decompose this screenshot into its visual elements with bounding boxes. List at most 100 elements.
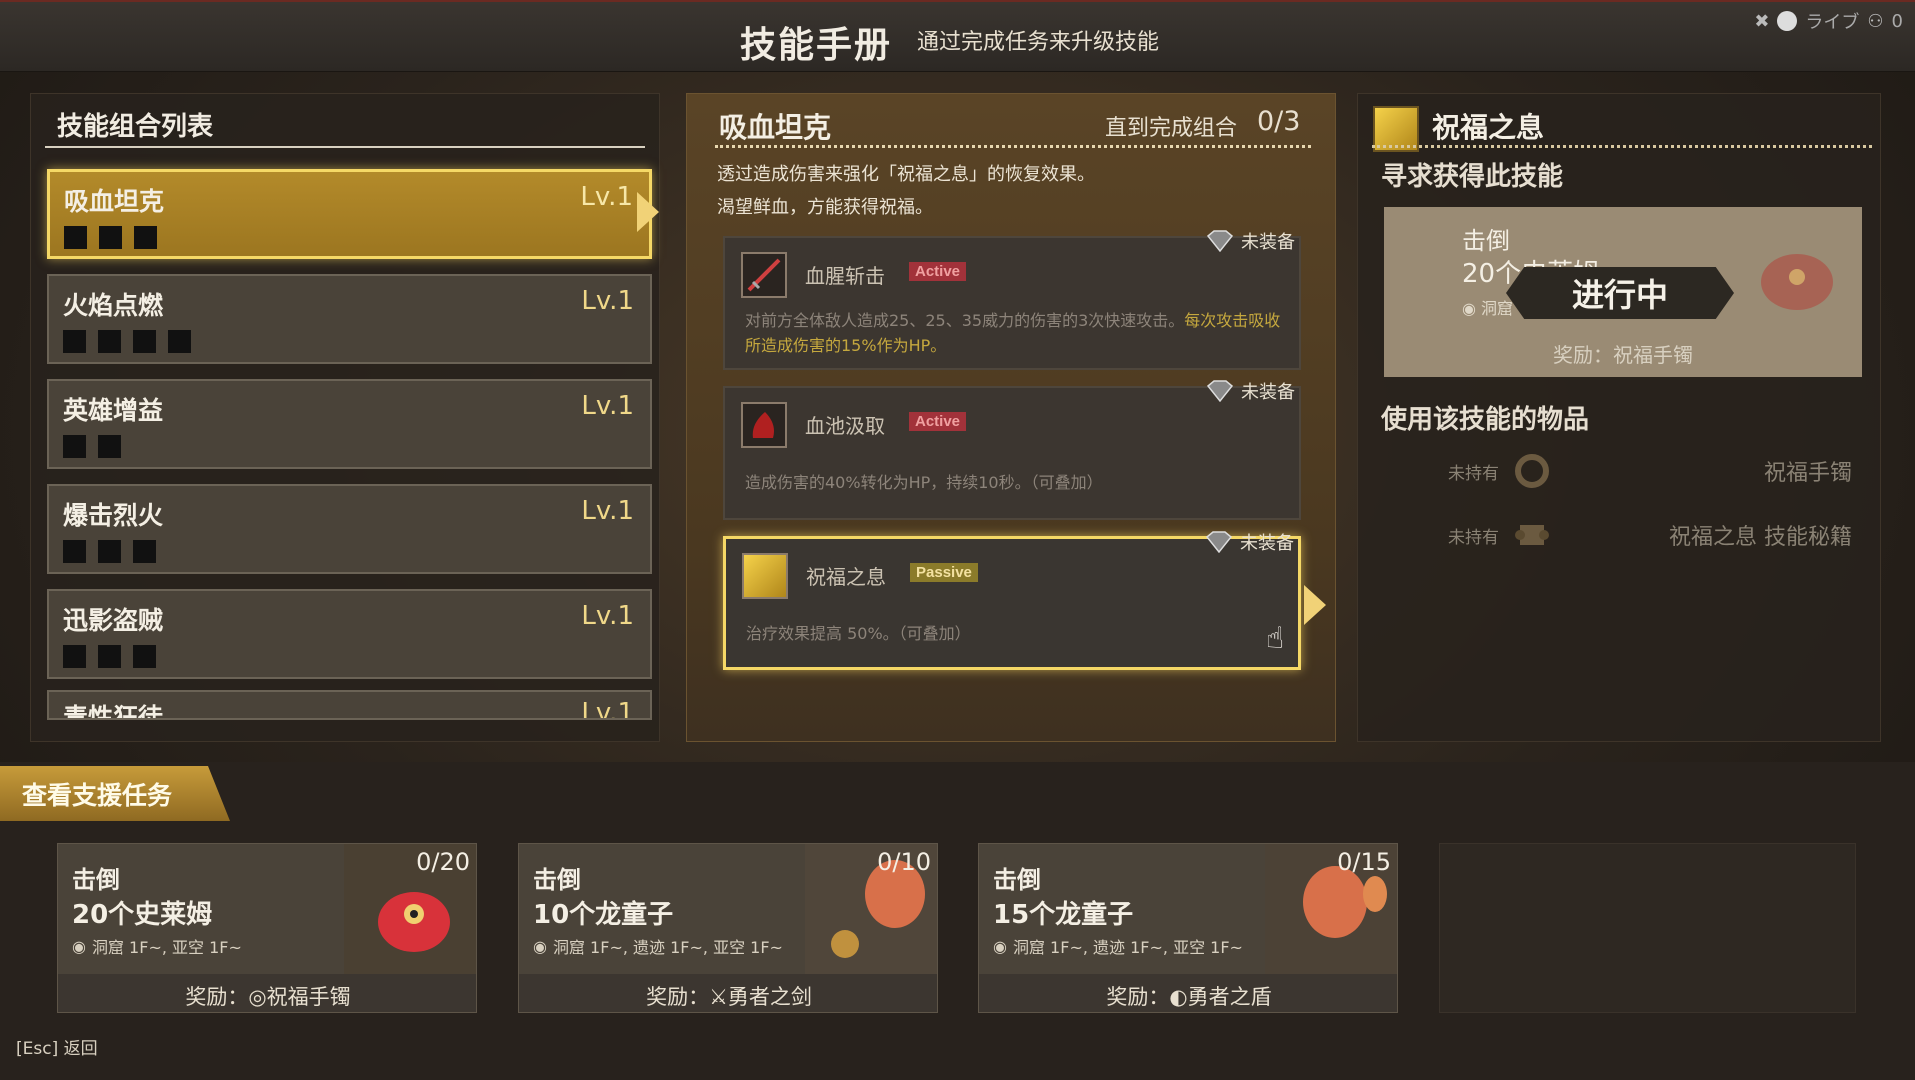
- combo-name: 迅影盗贼: [63, 606, 164, 635]
- mission-kill: 击倒: [533, 866, 581, 894]
- skill-name: 祝福之息: [806, 565, 886, 589]
- mission-location-text: 洞窟 1F~, 遗迹 1F~, 亚空 1F~: [1012, 938, 1243, 957]
- slot-icon: [98, 540, 121, 563]
- back-hint[interactable]: [Esc] 返回: [16, 1034, 98, 1059]
- hand-cursor-icon: ☝: [1266, 621, 1285, 656]
- mic-muted-icon: ✖: [1754, 10, 1770, 32]
- mission-reward: 奖励：◎祝福手镯: [58, 974, 476, 1012]
- combo-name: 火焰点燃: [63, 291, 164, 320]
- shield-icon: ◐: [1169, 985, 1188, 1009]
- slot-icon: [63, 540, 86, 563]
- location-pin-icon: ◉: [993, 936, 1007, 956]
- quest-preview[interactable]: 击倒 20个史莱姆 ◉ 洞窟 进行中 奖励：祝福手镯: [1384, 207, 1862, 377]
- quest-location-text: 洞窟: [1481, 299, 1514, 318]
- gem-icon: [1205, 230, 1235, 253]
- combo-progress-label: 直到完成组合: [1105, 116, 1238, 141]
- combo-list-panel: 技能组合列表 吸血坦克 Lv.1 火焰点燃 Lv.1 英雄增益 Lv.1 爆击烈…: [30, 93, 660, 742]
- scroll-icon: [1515, 525, 1549, 545]
- item-status: 未持有: [1448, 464, 1499, 484]
- slot-icon: [98, 330, 121, 353]
- equip-status: 未装备: [1204, 529, 1294, 555]
- passive-badge: Passive: [910, 563, 978, 582]
- combo-desc-line: 透过造成伤害来强化「祝福之息」的恢复效果。: [717, 164, 1095, 185]
- viewers-icon: ⚇: [1867, 10, 1884, 32]
- combo-name: 英雄增益: [63, 396, 164, 425]
- slot-icon: [133, 645, 156, 668]
- item-name: 祝福之息 技能秘籍: [1669, 525, 1852, 550]
- mission-location-text: 洞窟 1F~, 遗迹 1F~, 亚空 1F~: [552, 938, 783, 957]
- location-pin-icon: ◉: [72, 936, 86, 956]
- mission-kill: 击倒: [72, 866, 120, 894]
- skill-card-blood-pool[interactable]: 血池汲取 Active 未装备 造成伤害的40%转化为HP，持续10秒。（可叠加…: [723, 380, 1301, 520]
- viewer-count: 0: [1891, 10, 1903, 32]
- mission-progress: 0/20: [416, 848, 470, 876]
- skill-card-bloody-slash[interactable]: 血腥斩击 Active 未装备 对前方全体敌人造成25、25、35威力的伤害的3…: [723, 230, 1301, 370]
- slot-icon: [98, 435, 121, 458]
- divider: [45, 146, 645, 148]
- slot-icon: [134, 226, 157, 249]
- items-heading: 使用该技能的物品: [1381, 405, 1590, 435]
- combo-item-flame-ignite[interactable]: 火焰点燃 Lv.1: [47, 274, 652, 364]
- item-status: 未持有: [1448, 528, 1499, 548]
- combo-level: Lv.1: [581, 698, 634, 720]
- sword-icon: ⚔: [709, 985, 728, 1009]
- reward-name: 勇者之剑: [727, 985, 812, 1009]
- slot-icon: [98, 645, 121, 668]
- combo-item-shadow-thief[interactable]: 迅影盗贼 Lv.1: [47, 589, 652, 679]
- item-row-skill-scroll[interactable]: 未持有 祝福之息 技能秘籍: [1448, 515, 1852, 555]
- mission-target: 15个龙童子: [993, 900, 1134, 930]
- combo-desc-line: 渴望鲜血，方能获得祝福。: [717, 197, 933, 218]
- mission-reward: 奖励：◐勇者之盾: [979, 974, 1397, 1012]
- slot-icon: [64, 226, 87, 249]
- quest-location: ◉ 洞窟: [1462, 299, 1514, 318]
- mission-kill: 击倒: [993, 866, 1041, 894]
- skill-slots: [63, 330, 191, 353]
- mission-card[interactable]: 0/10 击倒 10个龙童子 ◉ 洞窟 1F~, 遗迹 1F~, 亚空 1F~ 奖…: [518, 843, 938, 1013]
- skill-card-blessed-breath[interactable]: 祝福之息 Passive 未装备 治疗效果提高 50%。（可叠加） ☝: [723, 531, 1301, 670]
- reward-name: 勇者之盾: [1187, 985, 1272, 1009]
- combo-level: Lv.1: [580, 182, 633, 212]
- combo-level: Lv.1: [581, 286, 634, 316]
- live-label: ライブ: [1805, 12, 1860, 33]
- slot-icon: [133, 330, 156, 353]
- equip-label: 未装备: [1241, 382, 1295, 403]
- reward-label: 奖励：: [646, 985, 710, 1009]
- combo-level: Lv.1: [581, 496, 634, 526]
- mission-card[interactable]: 0/20 击倒 20个史莱姆 ◉ 洞窟 1F~, 亚空 1F~ 奖励：◎祝福手镯: [57, 843, 477, 1013]
- skill-description: 治疗效果提高 50%。（可叠加）: [746, 624, 971, 643]
- quest-kill: 击倒: [1462, 227, 1510, 255]
- header-bar: 技能手册 通过完成任务来升级技能 ✖ ライブ ⚇ 0: [0, 0, 1915, 72]
- equip-status: 未装备: [1205, 228, 1295, 254]
- combo-item-hero-buff[interactable]: 英雄增益 Lv.1: [47, 379, 652, 469]
- support-missions-tab[interactable]: 查看支援任务: [0, 766, 230, 821]
- obtain-heading: 寻求获得此技能: [1381, 162, 1564, 192]
- sword-icon: [741, 252, 787, 298]
- combo-level: Lv.1: [581, 391, 634, 421]
- location-pin-icon: ◉: [533, 936, 547, 956]
- mission-location: ◉ 洞窟 1F~, 遗迹 1F~, 亚空 1F~: [993, 934, 1243, 958]
- combo-level: Lv.1: [581, 601, 634, 631]
- combo-item-crit-fire[interactable]: 爆击烈火 Lv.1: [47, 484, 652, 574]
- item-row-bracelet[interactable]: 未持有 祝福手镯: [1448, 451, 1852, 491]
- equip-label: 未装备: [1240, 533, 1294, 554]
- live-indicator-icon: [1777, 11, 1798, 31]
- combo-description: 透过造成伤害来强化「祝福之息」的恢复效果。 渴望鲜血，方能获得祝福。: [717, 158, 1095, 224]
- selection-arrow-icon: [637, 192, 659, 232]
- combo-item-blood-tank[interactable]: 吸血坦克 Lv.1: [47, 169, 652, 259]
- mission-target: 10个龙童子: [533, 900, 674, 930]
- mission-progress: 0/10: [877, 848, 931, 876]
- skill-slots: [63, 435, 121, 458]
- selection-arrow-icon: [1304, 585, 1326, 625]
- mission-location-text: 洞窟 1F~, 亚空 1F~: [91, 938, 242, 957]
- quest-status-banner: 进行中: [1506, 267, 1734, 319]
- combo-name: 毒性狂徒: [63, 703, 164, 720]
- mission-card-empty: [1439, 843, 1856, 1013]
- slot-icon: [63, 435, 86, 458]
- gem-icon: [1205, 380, 1235, 403]
- combo-item-toxic-maniac[interactable]: 毒性狂徒 Lv.1: [47, 690, 652, 720]
- skill-name: 血腥斩击: [805, 264, 885, 288]
- mission-target: 20个史莱姆: [72, 900, 213, 930]
- combo-list-title: 技能组合列表: [57, 112, 214, 142]
- mission-card[interactable]: 0/15 击倒 15个龙童子 ◉ 洞窟 1F~, 遗迹 1F~, 亚空 1F~ 奖…: [978, 843, 1398, 1013]
- skill-name: 血池汲取: [805, 414, 885, 438]
